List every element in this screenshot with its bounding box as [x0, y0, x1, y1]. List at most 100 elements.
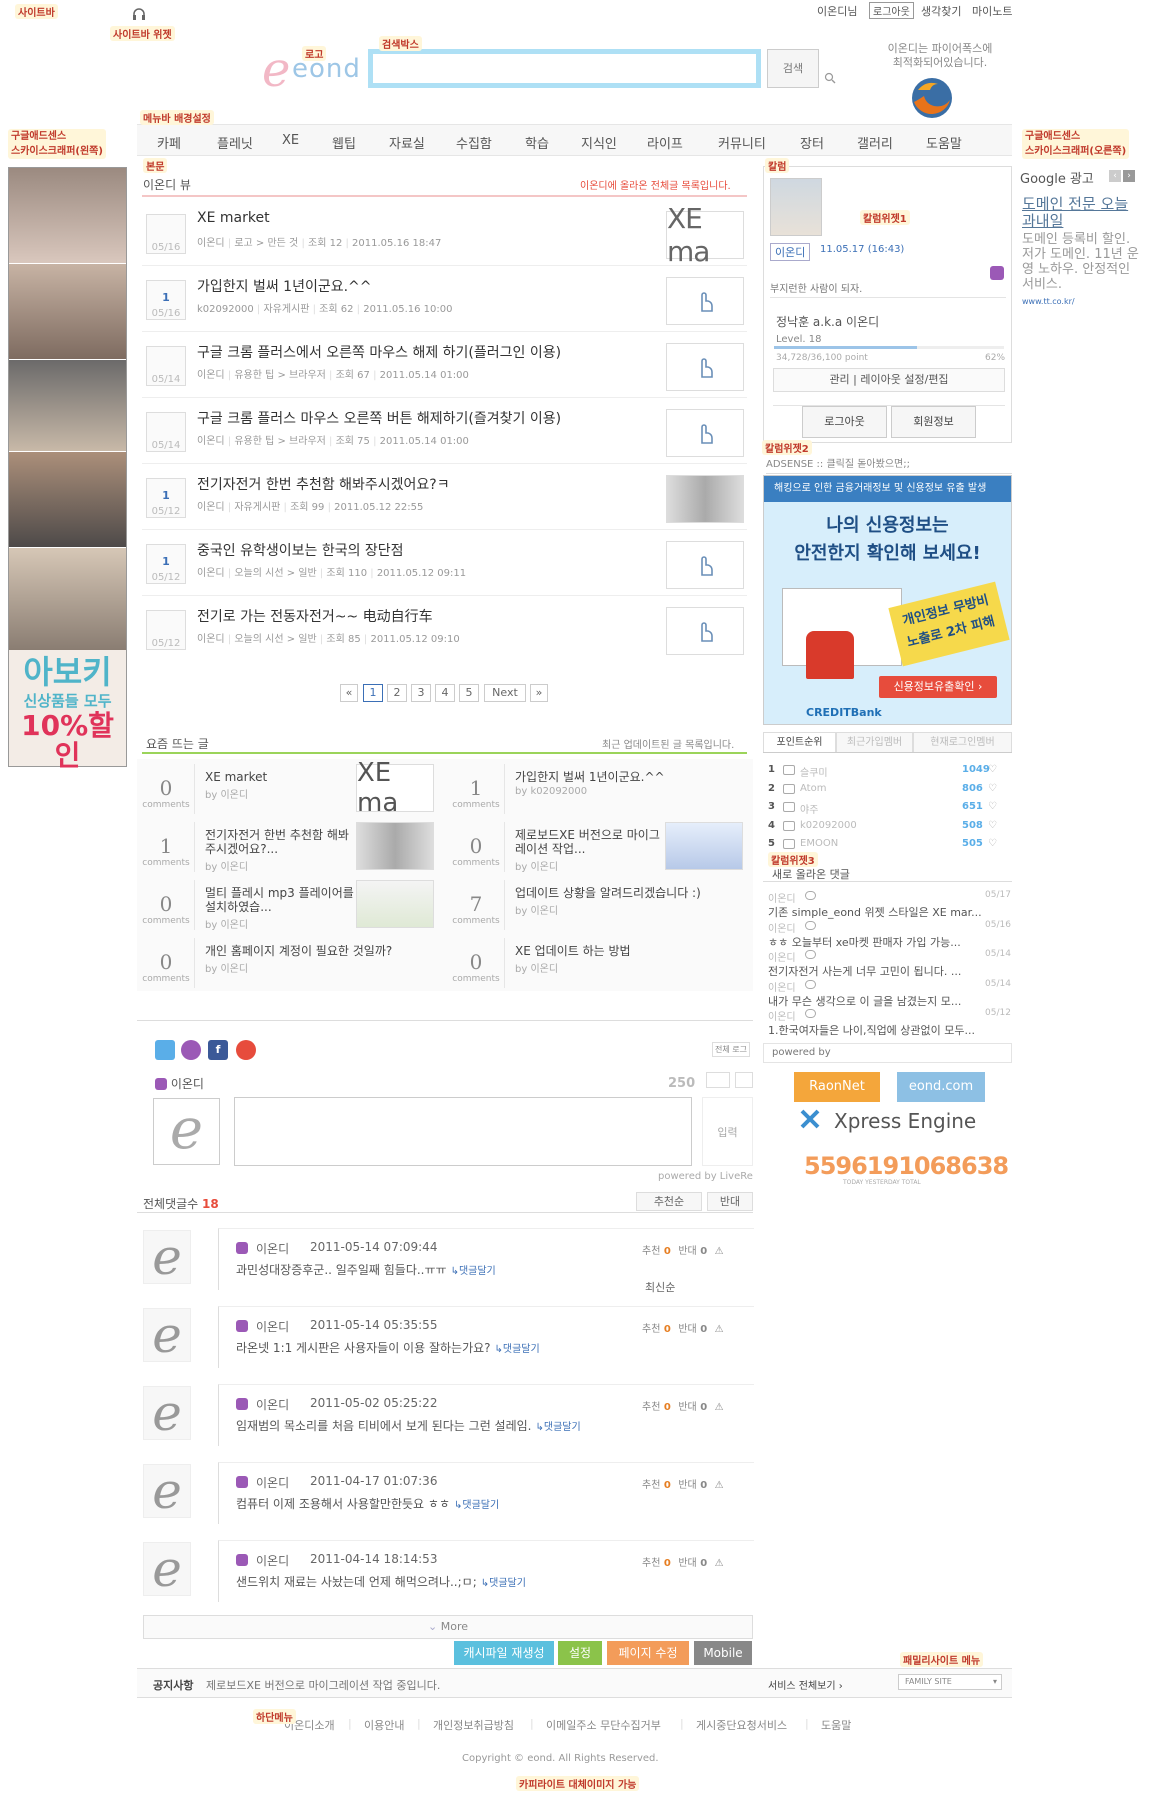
- list-item-title[interactable]: 구글 크롬 플러스 마우스 오른쪽 버튼 해제하기(즐겨찾기 이용): [197, 408, 561, 428]
- notice-text[interactable]: 제로보드XE 버전으로 마이그레이션 작업 중입니다.: [206, 1677, 440, 1693]
- comment-author[interactable]: 이온디: [256, 1318, 289, 1335]
- livere-option2-icon[interactable]: [735, 1072, 753, 1088]
- pager-page[interactable]: 3: [411, 684, 431, 702]
- recent-text[interactable]: 전기자전거 사는게 너무 고민이 됩니다. ...: [768, 963, 961, 979]
- recent-author[interactable]: 이온디: [768, 920, 796, 935]
- comment-author[interactable]: 이온디: [256, 1474, 289, 1491]
- nav-item[interactable]: 학습: [525, 133, 549, 152]
- recent-text[interactable]: ㅎㅎ 오늘부터 xe마켓 판매자 가입 가능...: [768, 934, 961, 950]
- hot-thumbnail[interactable]: XE ma: [356, 758, 434, 818]
- report-icon[interactable]: ⚠: [715, 1480, 724, 1491]
- rank-name[interactable]: 슬쿠미: [800, 764, 828, 779]
- footer-link[interactable]: 개인정보취급방침: [433, 1717, 514, 1733]
- recent-author[interactable]: 이온디: [768, 890, 796, 905]
- list-item-thumbnail[interactable]: XE ma: [666, 202, 744, 268]
- reply-link[interactable]: ↳댓글달기: [454, 1500, 499, 1511]
- list-item-thumbnail[interactable]: [666, 607, 744, 655]
- twitter-icon[interactable]: [155, 1040, 175, 1060]
- livere-textarea[interactable]: [234, 1097, 692, 1166]
- search-icon[interactable]: [824, 72, 836, 84]
- list-item-thumbnail[interactable]: [666, 277, 744, 325]
- credit-ad[interactable]: 해킹으로 인한 금융거래정보 및 신용정보 유출 발생 나의 신용정보는 안전한…: [763, 475, 1012, 725]
- sort-recommend-tab[interactable]: 추천순: [636, 1192, 702, 1211]
- footer-link[interactable]: 도움말: [821, 1717, 851, 1733]
- family-site-select[interactable]: FAMILY SITE ▾: [898, 1674, 1002, 1690]
- hot-thumbnail[interactable]: [356, 822, 434, 870]
- hot-item-title[interactable]: 가입한지 벌써 1년이군요.^^: [515, 770, 665, 784]
- reply-link[interactable]: ↳댓글달기: [481, 1578, 526, 1589]
- reply-link[interactable]: ↳댓글달기: [495, 1344, 540, 1355]
- footer-link[interactable]: 이용안내: [364, 1717, 404, 1733]
- report-icon[interactable]: ⚠: [715, 1324, 724, 1335]
- manage-link[interactable]: 관리: [829, 373, 849, 386]
- livere-submit-button[interactable]: 입력: [702, 1097, 753, 1166]
- credit-ad-cta[interactable]: 신용정보유출확인 ›: [879, 676, 997, 698]
- list-item-title[interactable]: 중국인 유학생이보는 한국의 장단점: [197, 540, 404, 560]
- meta-cat[interactable]: 로고 > 만든 것: [234, 238, 298, 249]
- comment-author[interactable]: 이온디: [256, 1396, 289, 1413]
- hot-item-title[interactable]: 멀티 플레시 mp3 플레이어를 설치하였습...: [205, 886, 354, 914]
- comment-author[interactable]: 이온디: [256, 1240, 289, 1257]
- recent-text[interactable]: 1.한국여자들은 나이,직업에 상관없이 모두...: [768, 1022, 975, 1038]
- headphone-icon[interactable]: [132, 7, 146, 20]
- recent-author[interactable]: 이온디: [768, 949, 796, 964]
- service-all-link[interactable]: 서비스 전체보기 ›: [768, 1677, 843, 1692]
- hot-item-title[interactable]: 전기자전거 한번 추천함 해봐 주시겠어요?...: [205, 828, 349, 856]
- hot-item-title[interactable]: XE 업데이트 하는 방법: [515, 944, 631, 958]
- list-item-title[interactable]: 구글 크롬 플러스에서 오른쪽 마우스 해제 하기(플러그인 이용): [197, 342, 561, 362]
- report-icon[interactable]: ⚠: [715, 1558, 724, 1569]
- pager-last[interactable]: »: [530, 684, 548, 702]
- nav-item[interactable]: 카페: [157, 133, 181, 152]
- nav-item[interactable]: 플레닛: [217, 133, 253, 152]
- me2day-icon[interactable]: [181, 1040, 201, 1060]
- ad-next-icon[interactable]: ›: [1123, 170, 1135, 182]
- settings-button[interactable]: 설정: [558, 1641, 602, 1665]
- pager-page[interactable]: 5: [459, 684, 479, 702]
- reply-link[interactable]: ↳댓글달기: [535, 1422, 580, 1433]
- meta-cat[interactable]: 오늘의 시선 > 일반: [234, 634, 316, 645]
- eond-badge[interactable]: eond.com: [897, 1072, 985, 1102]
- nav-item[interactable]: 라이프: [647, 133, 683, 152]
- pager-next[interactable]: Next: [484, 684, 526, 702]
- nav-item[interactable]: 수집함: [456, 133, 492, 152]
- rank-name[interactable]: 야주: [800, 801, 818, 816]
- nav-item[interactable]: 지식인: [581, 133, 617, 152]
- hot-item-title[interactable]: 제로보드XE 버전으로 마이그 레이션 작업...: [515, 828, 660, 856]
- google-ad-url[interactable]: www.tt.co.kr/: [1022, 297, 1075, 306]
- comment-author[interactable]: 이온디: [256, 1552, 289, 1569]
- report-icon[interactable]: ⚠: [715, 1246, 724, 1257]
- livere-option-icon[interactable]: [706, 1072, 730, 1088]
- pager-page[interactable]: 2: [387, 684, 407, 702]
- ad-prev-icon[interactable]: ‹: [1109, 170, 1121, 182]
- meta-cat[interactable]: 유용한 팁 > 브라우저: [234, 370, 326, 381]
- footer-link[interactable]: 게시중단요청서비스: [696, 1717, 787, 1733]
- mobile-button[interactable]: Mobile: [694, 1641, 752, 1665]
- profile-name[interactable]: 이온디: [770, 243, 811, 261]
- list-item-thumbnail[interactable]: [666, 475, 744, 523]
- rank-tab[interactable]: 최근가입멤버: [836, 732, 913, 753]
- logout-link[interactable]: 로그아웃: [869, 2, 914, 19]
- recent-author[interactable]: 이온디: [768, 1008, 796, 1023]
- nav-item[interactable]: 장터: [800, 133, 824, 152]
- profile-logout-button[interactable]: 로그아웃: [802, 406, 887, 438]
- recent-author[interactable]: 이온디: [768, 979, 796, 994]
- search-button[interactable]: 검색: [767, 49, 819, 88]
- rank-name[interactable]: EMOON: [800, 838, 838, 849]
- layout-edit-link[interactable]: 레이아웃 설정/편집: [860, 373, 948, 386]
- pager-page[interactable]: 1: [363, 684, 383, 702]
- hot-item-title[interactable]: XE market: [205, 770, 267, 784]
- nav-item[interactable]: 커뮤니티: [718, 133, 766, 152]
- reply-link[interactable]: ↳댓글달기: [451, 1266, 496, 1277]
- list-item-title[interactable]: 전기로 가는 전동자전거~~ 电动自行车: [197, 606, 433, 626]
- pager-page[interactable]: 4: [435, 684, 455, 702]
- meta-cat[interactable]: 자유게시판: [263, 304, 309, 315]
- rank-tab[interactable]: 포인트순위: [763, 732, 836, 753]
- nav-item[interactable]: XE: [282, 133, 299, 148]
- list-item-title[interactable]: 전기자전거 한번 추천함 해봐주시겠어요?ㅋ: [197, 474, 450, 494]
- remember-link[interactable]: 생각찾기: [921, 3, 961, 19]
- hot-item-title[interactable]: 개인 홈페이지 계정이 필요한 것일까?: [205, 944, 392, 958]
- profile-photo[interactable]: [770, 178, 822, 236]
- list-item-thumbnail[interactable]: [666, 343, 744, 391]
- hot-thumbnail[interactable]: [356, 880, 434, 928]
- report-icon[interactable]: ⚠: [715, 1402, 724, 1413]
